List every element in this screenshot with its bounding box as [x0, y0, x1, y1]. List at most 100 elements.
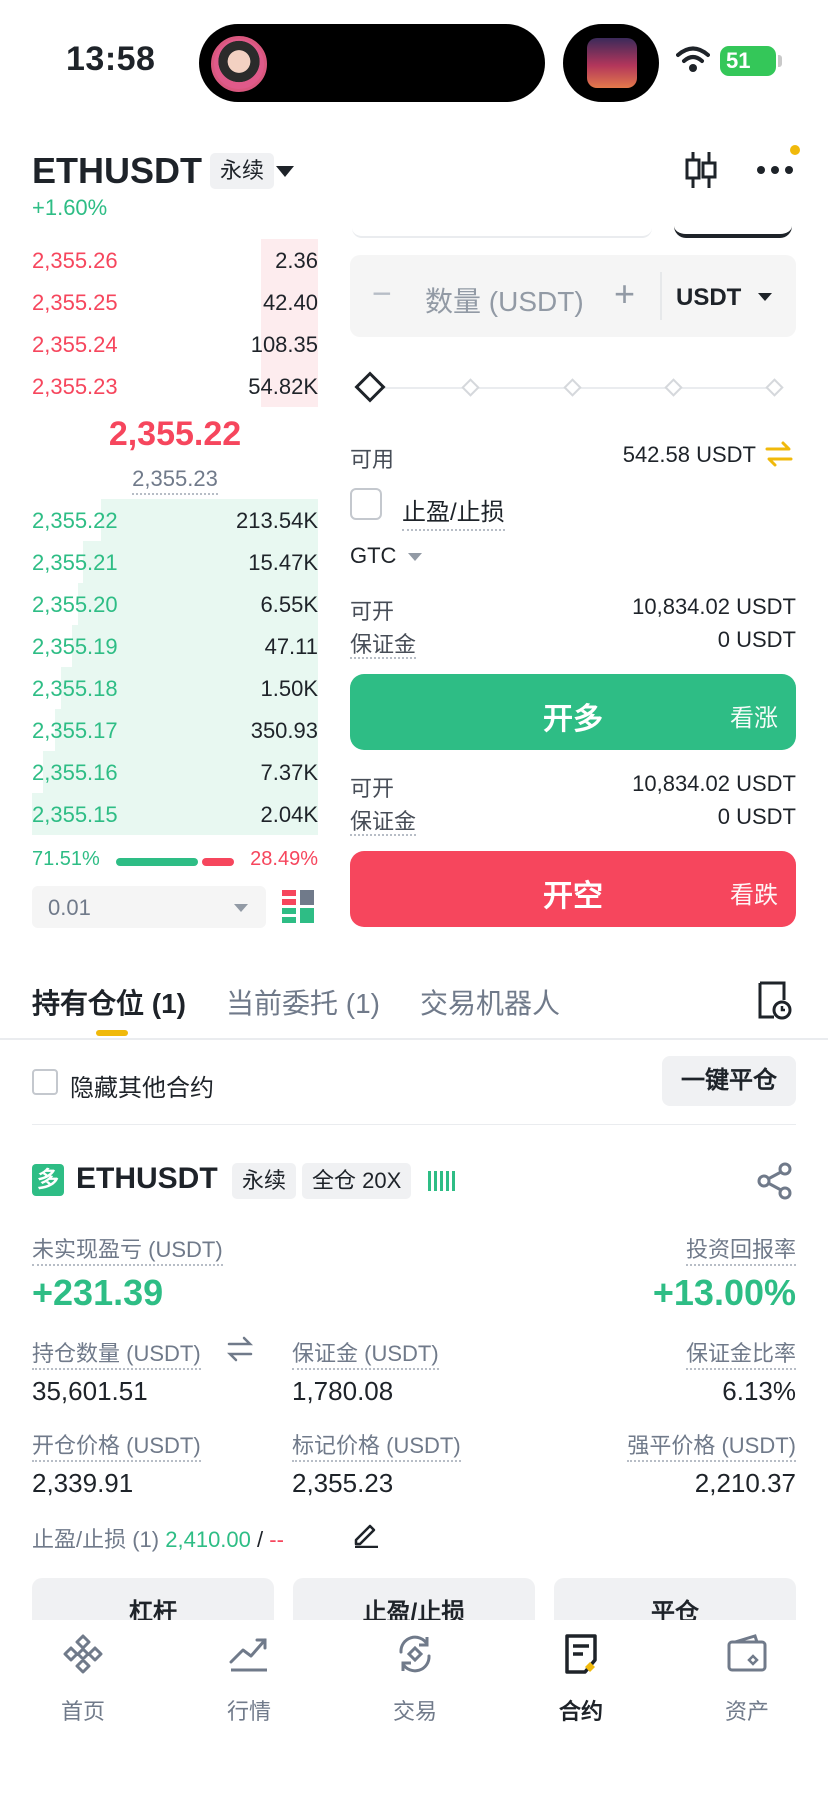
bid-row[interactable]: 2,355.16 7.37K: [32, 751, 318, 793]
long-margin-label: 保证金: [350, 632, 417, 659]
edit-icon[interactable]: [352, 1520, 380, 1548]
share-icon[interactable]: [756, 1162, 794, 1200]
ask-row[interactable]: 2,355.26 2.36: [32, 239, 318, 281]
wifi-icon: [676, 46, 710, 72]
divider: [32, 1124, 796, 1125]
order-history-icon[interactable]: [756, 980, 792, 1020]
bid-row[interactable]: 2,355.21 15.47K: [32, 541, 318, 583]
nav-markets[interactable]: 行情: [166, 1632, 332, 1726]
chart-icon[interactable]: [684, 150, 718, 190]
divider: [0, 1038, 828, 1040]
mark-price-label: 标记价格 (USDT): [292, 1428, 461, 1462]
ask-price: 2,355.24: [32, 332, 118, 357]
avatar: [211, 36, 267, 92]
time-in-force-select[interactable]: GTC: [350, 543, 396, 569]
slider-tick[interactable]: [765, 378, 784, 397]
bid-row[interactable]: 2,355.15 2.04K: [32, 793, 318, 835]
chevron-down-icon: [234, 904, 248, 912]
short-margin-value: 0 USDT: [717, 804, 796, 829]
bid-quantity: 15.47K: [248, 550, 318, 575]
ask-quantity: 2.36: [275, 248, 318, 273]
long-side-badge: 多: [32, 1164, 64, 1196]
nav-trade-label: 交易: [392, 1699, 437, 1724]
tab-open-orders[interactable]: 当前委托 (1): [226, 982, 380, 1022]
tab-positions[interactable]: 持有仓位 (1): [32, 982, 186, 1022]
more-icon[interactable]: [756, 162, 794, 178]
bid-price: 2,355.20: [32, 592, 118, 617]
swap-unit-icon[interactable]: [226, 1336, 254, 1362]
quantity-decrease-button[interactable]: −: [372, 275, 392, 314]
bid-quantity: 7.37K: [260, 760, 319, 785]
orderbook-layout-icon[interactable]: [282, 888, 314, 924]
unrealized-pnl-value: +231.39: [32, 1272, 164, 1313]
bid-quantity: 2.04K: [260, 802, 319, 827]
transfer-icon[interactable]: [764, 440, 794, 468]
sell-ratio: 28.49%: [250, 848, 318, 870]
position-size-label[interactable]: 持仓数量 (USDT): [32, 1336, 201, 1370]
wallet-icon: [727, 1634, 767, 1672]
nav-futures[interactable]: 合约: [498, 1632, 664, 1726]
bid-row[interactable]: 2,355.17 350.93: [32, 709, 318, 751]
depth-step-select[interactable]: 0.01: [32, 886, 266, 928]
nav-trade[interactable]: 交易: [332, 1632, 498, 1726]
margin-mode-button-edge: [674, 226, 792, 238]
bid-quantity: 350.93: [250, 718, 318, 743]
ask-row[interactable]: 2,355.25 42.40: [32, 281, 318, 323]
tpsl-summary-label: 止盈/止损 (1): [32, 1527, 160, 1552]
battery-tip: [778, 55, 782, 67]
position-size-value: 35,601.51: [32, 1376, 148, 1406]
slider-tick[interactable]: [461, 378, 480, 397]
nav-home[interactable]: 首页: [0, 1632, 166, 1726]
chevron-down-icon[interactable]: [408, 553, 422, 561]
slider-tick[interactable]: [664, 378, 683, 397]
margin-value: 1,780.08: [292, 1376, 394, 1406]
short-max-label: 可开: [350, 776, 395, 801]
bid-price: 2,355.21: [32, 550, 118, 575]
sell-ratio-bar: [202, 858, 234, 866]
close-all-positions-button[interactable]: 一键平仓: [662, 1056, 796, 1106]
entry-price-value: 2,339.91: [32, 1468, 134, 1498]
long-max-value: 10,834.02 USDT: [632, 594, 796, 619]
ask-quantity: 42.40: [262, 290, 318, 315]
mark-price-value: 2,355.23: [292, 1468, 394, 1498]
media-artwork: [587, 38, 637, 88]
bid-row[interactable]: 2,355.20 6.55K: [32, 583, 318, 625]
ask-price: 2,355.26: [32, 248, 118, 273]
short-max-value: 10,834.02 USDT: [632, 771, 796, 796]
hide-other-contracts-checkbox[interactable]: [32, 1069, 58, 1095]
status-time: 13:58: [66, 40, 156, 78]
position-symbol[interactable]: ETHUSDT: [76, 1162, 218, 1196]
short-margin-label: 保证金: [350, 809, 417, 836]
open-short-button[interactable]: 开空 看跌: [350, 851, 796, 927]
tpsl-checkbox[interactable]: [350, 488, 382, 520]
battery-icon: 51: [720, 46, 776, 76]
ask-row[interactable]: 2,355.23 54.82K: [32, 365, 318, 407]
margin-mode-badge: 全仓 20X: [302, 1163, 412, 1199]
chevron-down-icon[interactable]: [758, 293, 772, 301]
tpsl-label[interactable]: 止盈/止损: [402, 492, 505, 531]
available-value: 542.58 USDT: [622, 442, 756, 467]
nav-assets[interactable]: 资产: [664, 1632, 828, 1726]
ask-row[interactable]: 2,355.24 108.35: [32, 323, 318, 365]
active-tab-indicator: [96, 1030, 128, 1036]
bid-row[interactable]: 2,355.18 1.50K: [32, 667, 318, 709]
quantity-increase-button[interactable]: +: [614, 273, 635, 315]
price-change: +1.60%: [32, 195, 108, 220]
perpetual-badge: 永续: [210, 153, 275, 189]
tab-trading-bots[interactable]: 交易机器人: [420, 982, 560, 1022]
slider-thumb[interactable]: [354, 371, 386, 403]
open-long-button[interactable]: 开多 看涨: [350, 674, 796, 750]
symbol-dropdown-icon[interactable]: [276, 166, 294, 177]
margin-label: 保证金 (USDT): [292, 1336, 439, 1370]
slider-tick[interactable]: [563, 378, 582, 397]
bid-row[interactable]: 2,355.19 47.11: [32, 625, 318, 667]
hide-other-contracts-label[interactable]: 隐藏其他合约: [70, 1068, 214, 1103]
quantity-unit-select[interactable]: USDT: [676, 284, 741, 312]
liquidation-price-value: 2,210.37: [694, 1468, 796, 1498]
buy-ratio: 71.51%: [32, 848, 100, 870]
bid-row[interactable]: 2,355.22 213.54K: [32, 499, 318, 541]
order-type-tabs-edge: [352, 228, 652, 238]
bullish-label: 看涨: [730, 705, 778, 732]
ask-quantity: 54.82K: [248, 374, 318, 399]
symbol-title[interactable]: ETHUSDT: [32, 150, 202, 192]
